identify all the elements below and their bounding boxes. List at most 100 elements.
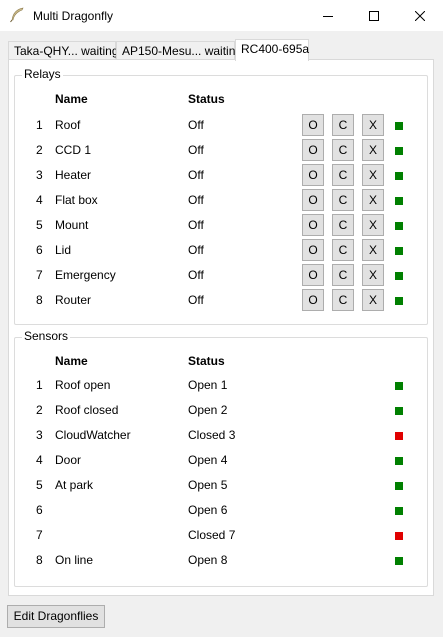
sensor-number: 4	[36, 453, 43, 467]
sensor-status: Open 2	[188, 403, 228, 417]
tab-label: Taka-QHY... waiting	[14, 44, 119, 58]
relay-close-button[interactable]: C	[332, 214, 354, 236]
sensor-status-led	[395, 382, 403, 390]
sensor-number: 6	[36, 503, 43, 517]
relays-status-header: Status	[188, 92, 225, 106]
sensor-number: 8	[36, 553, 43, 567]
relay-x-button[interactable]: X	[362, 264, 384, 286]
relays-name-header: Name	[55, 92, 88, 106]
sensor-status-led	[395, 457, 403, 465]
relay-x-button[interactable]: X	[362, 114, 384, 136]
relay-name: CCD 1	[55, 143, 92, 157]
close-button[interactable]	[397, 0, 443, 31]
tab-label: RC400-695a	[241, 42, 310, 56]
relay-open-button[interactable]: O	[302, 264, 324, 286]
relay-row: 6 Lid Off O C X	[15, 238, 427, 263]
relay-number: 8	[36, 293, 43, 307]
relay-row: 7 Emergency Off O C X	[15, 263, 427, 288]
sensor-name: CloudWatcher	[55, 428, 131, 442]
relay-number: 6	[36, 243, 43, 257]
sensor-status-led	[395, 407, 403, 415]
maximize-button[interactable]	[351, 0, 397, 31]
relays-group-title: Relays	[22, 67, 63, 81]
tab-rc400-695a[interactable]: RC400-695a	[235, 39, 309, 61]
sensor-row: 5 At park Open 5	[15, 473, 427, 498]
relay-status-led	[395, 247, 403, 255]
close-icon	[415, 10, 425, 21]
edit-dragonflies-button[interactable]: Edit Dragonflies	[7, 605, 105, 628]
relay-status: Off	[188, 143, 204, 157]
sensor-status: Open 6	[188, 503, 228, 517]
relay-x-button[interactable]: X	[362, 189, 384, 211]
relay-row: 3 Heater Off O C X	[15, 163, 427, 188]
relay-number: 1	[36, 118, 43, 132]
relay-status: Off	[188, 243, 204, 257]
relay-close-button[interactable]: C	[332, 264, 354, 286]
sensors-name-header: Name	[55, 354, 88, 368]
relay-status-led	[395, 172, 403, 180]
sensor-status-led	[395, 557, 403, 565]
sensor-row: 4 Door Open 4	[15, 448, 427, 473]
relay-x-button[interactable]: X	[362, 289, 384, 311]
relay-row: 2 CCD 1 Off O C X	[15, 138, 427, 163]
relay-open-button[interactable]: O	[302, 189, 324, 211]
tab-ap150-mesu[interactable]: AP150-Mesu... waiting	[116, 41, 242, 59]
relay-close-button[interactable]: C	[332, 239, 354, 261]
relay-row: 8 Router Off O C X	[15, 288, 427, 313]
relay-number: 4	[36, 193, 43, 207]
relay-number: 3	[36, 168, 43, 182]
relay-open-button[interactable]: O	[302, 139, 324, 161]
relay-open-button[interactable]: O	[302, 164, 324, 186]
relay-status: Off	[188, 268, 204, 282]
sensor-status: Open 1	[188, 378, 228, 392]
sensor-name: Roof open	[55, 378, 111, 392]
relay-name: Router	[55, 293, 92, 307]
relay-x-button[interactable]: X	[362, 214, 384, 236]
relay-close-button[interactable]: C	[332, 139, 354, 161]
relay-number: 7	[36, 268, 43, 282]
relay-close-button[interactable]: C	[332, 114, 354, 136]
sensor-row: 7 Closed 7	[15, 523, 427, 548]
sensor-name: At park	[55, 478, 94, 492]
relay-row: 1 Roof Off O C X	[15, 113, 427, 138]
relay-close-button[interactable]: C	[332, 164, 354, 186]
sensor-number: 5	[36, 478, 43, 492]
sensor-number: 2	[36, 403, 43, 417]
sensors-status-header: Status	[188, 354, 225, 368]
relay-name: Emergency	[55, 268, 116, 282]
sensor-row: 3 CloudWatcher Closed 3	[15, 423, 427, 448]
relay-status-led	[395, 297, 403, 305]
sensor-status-led	[395, 507, 403, 515]
window-title: Multi Dragonfly	[33, 9, 114, 23]
relay-row: 5 Mount Off O C X	[15, 213, 427, 238]
sensor-status-led	[395, 482, 403, 490]
relay-open-button[interactable]: O	[302, 289, 324, 311]
relay-open-button[interactable]: O	[302, 239, 324, 261]
relay-status: Off	[188, 168, 204, 182]
sensor-row: 6 Open 6	[15, 498, 427, 523]
relay-close-button[interactable]: C	[332, 289, 354, 311]
relay-x-button[interactable]: X	[362, 139, 384, 161]
relay-name: Heater	[55, 168, 92, 182]
maximize-icon	[369, 10, 379, 21]
relay-x-button[interactable]: X	[362, 164, 384, 186]
sensor-number: 3	[36, 428, 43, 442]
relay-open-button[interactable]: O	[302, 114, 324, 136]
sensors-group-title: Sensors	[22, 329, 71, 343]
relay-close-button[interactable]: C	[332, 189, 354, 211]
relay-x-button[interactable]: X	[362, 239, 384, 261]
relay-status: Off	[188, 218, 204, 232]
minimize-button[interactable]	[305, 0, 351, 31]
relay-open-button[interactable]: O	[302, 214, 324, 236]
sensor-number: 1	[36, 378, 43, 392]
relay-row: 4 Flat box Off O C X	[15, 188, 427, 213]
tab-panel: Relays Name Status 1 Roof Off O C X 2 CCD 1 Off O…	[8, 59, 434, 596]
sensor-status-led	[395, 432, 403, 440]
relay-status-led	[395, 272, 403, 280]
sensor-name: Roof closed	[55, 403, 119, 417]
relay-status: Off	[188, 118, 204, 132]
tab-taka-qhy[interactable]: Taka-QHY... waiting	[8, 41, 119, 59]
relay-status: Off	[188, 293, 204, 307]
sensor-status: Open 4	[188, 453, 228, 467]
sensors-group: Sensors Name Status 1 Roof open Open 1 2 Roo…	[14, 329, 428, 587]
